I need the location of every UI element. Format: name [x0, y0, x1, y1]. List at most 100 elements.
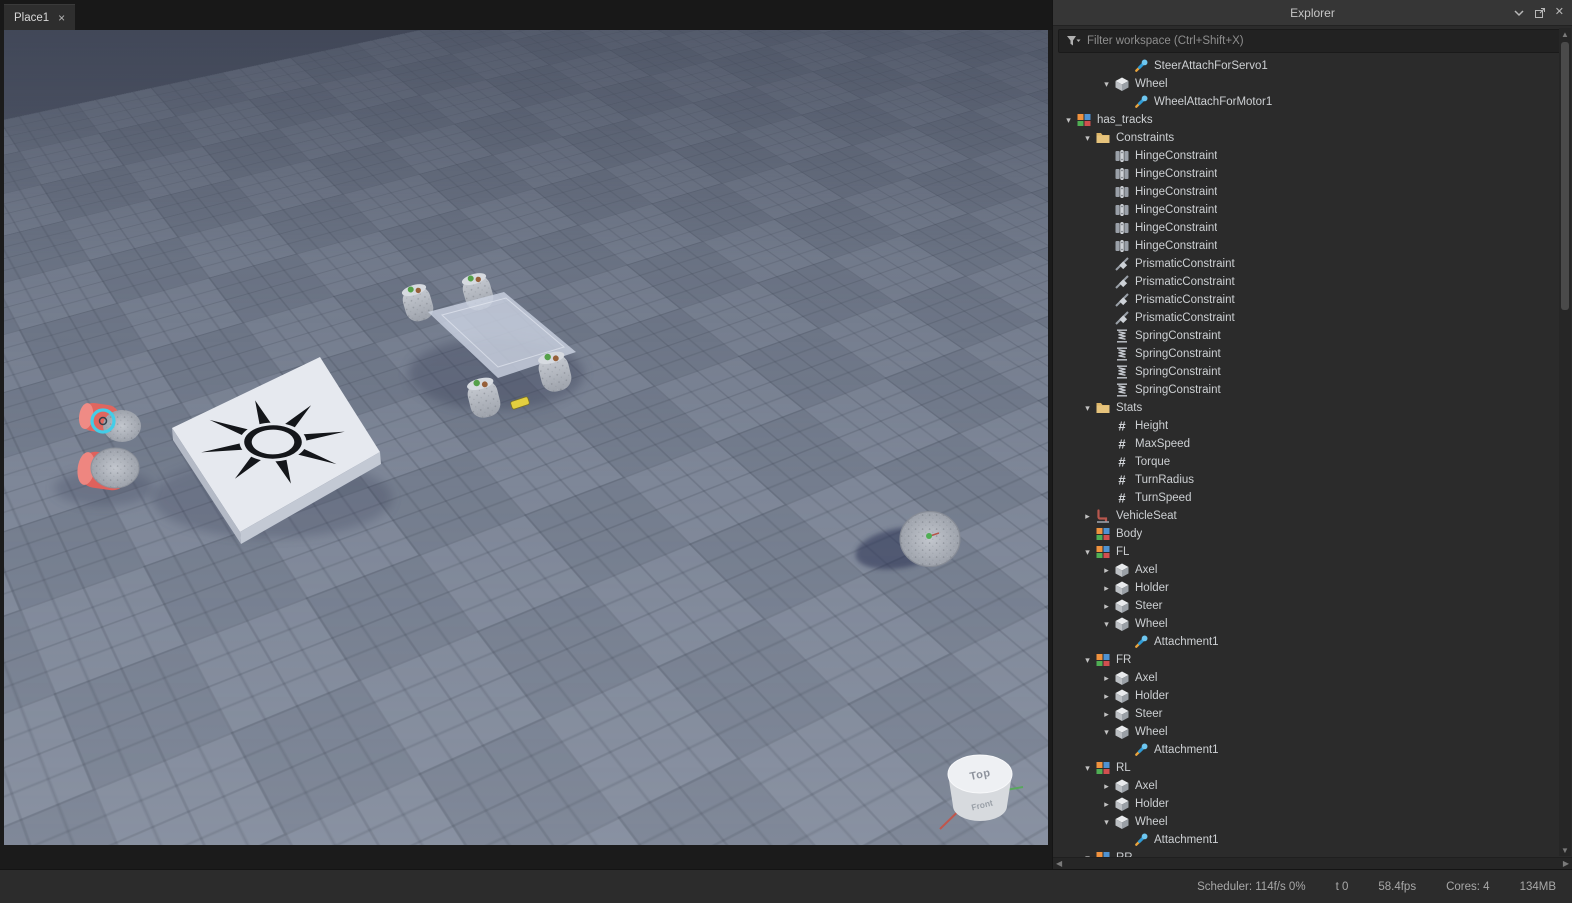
tree-item-has_tracks[interactable]: ▾ has_tracks — [1053, 111, 1558, 129]
tree-item-attachment1[interactable]: Attachment1 — [1053, 831, 1558, 849]
spring-constraint-icon — [1114, 328, 1130, 344]
tree-item-attachment1[interactable]: Attachment1 — [1053, 741, 1558, 759]
tree-item-prismaticconstraint[interactable]: PrismaticConstraint — [1053, 291, 1558, 309]
tree-item-axel[interactable]: ▸ Axel — [1053, 561, 1558, 579]
tree-item-height[interactable]: # Height — [1053, 417, 1558, 435]
tree-item-hingeconstraint[interactable]: HingeConstraint — [1053, 165, 1558, 183]
tree-item-holder[interactable]: ▸ Holder — [1053, 579, 1558, 597]
expand-down-arrow[interactable]: ▾ — [1080, 547, 1095, 558]
red-cylinder-parts[interactable] — [54, 401, 154, 506]
tree-item-vehicleseat[interactable]: ▸ VehicleSeat — [1053, 507, 1558, 525]
tree-item-rl[interactable]: ▾ RL — [1053, 759, 1558, 777]
filter-row — [1058, 29, 1567, 53]
scroll-left-arrow[interactable]: ◀ — [1056, 859, 1062, 868]
expand-down-arrow[interactable]: ▾ — [1099, 817, 1114, 828]
explorer-horizontal-scrollbar[interactable]: ◀ ▶ — [1053, 857, 1572, 869]
popout-icon[interactable] — [1534, 7, 1546, 19]
explorer-vertical-scrollbar[interactable]: ▲ ▼ — [1559, 28, 1571, 856]
expand-right-arrow[interactable]: ▸ — [1099, 799, 1114, 810]
tree-item-fr[interactable]: ▾ FR — [1053, 651, 1558, 669]
workspace-filter-input[interactable] — [1087, 35, 1559, 47]
tree-item-label: Attachment1 — [1154, 636, 1219, 648]
expand-right-arrow[interactable]: ▸ — [1099, 601, 1114, 612]
vehicle-model[interactable] — [399, 270, 584, 421]
hinge-constraint-icon — [1114, 166, 1130, 182]
tree-item-prismaticconstraint[interactable]: PrismaticConstraint — [1053, 273, 1558, 291]
tab-close-icon[interactable]: × — [58, 12, 65, 24]
tree-item-prismaticconstraint[interactable]: PrismaticConstraint — [1053, 309, 1558, 327]
tree-item-springconstraint[interactable]: SpringConstraint — [1053, 327, 1558, 345]
tree-item-turnspeed[interactable]: # TurnSpeed — [1053, 489, 1558, 507]
tree-item-wheel[interactable]: ▾ Wheel — [1053, 813, 1558, 831]
scroll-down-arrow[interactable]: ▼ — [1559, 844, 1571, 856]
status-t: t 0 — [1335, 880, 1349, 893]
part-cube-icon — [1114, 814, 1130, 830]
expand-down-arrow[interactable]: ▾ — [1099, 727, 1114, 738]
expand-right-arrow[interactable]: ▸ — [1099, 673, 1114, 684]
tree-item-holder[interactable]: ▸ Holder — [1053, 795, 1558, 813]
tree-item-wheel[interactable]: ▾ Wheel — [1053, 615, 1558, 633]
tree-item-body[interactable]: Body — [1053, 525, 1558, 543]
tree-item-rr[interactable]: ▾RR — [1053, 849, 1558, 857]
close-icon[interactable]: ✕ — [1555, 7, 1564, 18]
tree-item-fl[interactable]: ▾ FL — [1053, 543, 1558, 561]
baseplate-star-part[interactable] — [152, 357, 392, 544]
expand-down-arrow[interactable]: ▾ — [1080, 133, 1095, 144]
tree-item-torque[interactable]: # Torque — [1053, 453, 1558, 471]
tree-item-maxspeed[interactable]: # MaxSpeed — [1053, 435, 1558, 453]
tree-item-label: HingeConstraint — [1135, 222, 1218, 234]
expand-down-arrow[interactable]: ▾ — [1061, 115, 1076, 126]
tree-item-steerattachforservo1[interactable]: SteerAttachForServo1 — [1053, 57, 1558, 75]
tree-item-steer[interactable]: ▸ Steer — [1053, 597, 1558, 615]
tree-item-hingeconstraint[interactable]: HingeConstraint — [1053, 219, 1558, 237]
scroll-up-arrow[interactable]: ▲ — [1559, 28, 1571, 40]
expand-down-arrow[interactable]: ▾ — [1080, 655, 1095, 666]
tree-item-axel[interactable]: ▸ Axel — [1053, 669, 1558, 687]
tree-item-attachment1[interactable]: Attachment1 — [1053, 633, 1558, 651]
tree-item-springconstraint[interactable]: SpringConstraint — [1053, 363, 1558, 381]
view-cube-gizmo[interactable]: Top Front — [939, 754, 1024, 830]
loose-wheel-part[interactable] — [852, 510, 961, 576]
expand-right-arrow[interactable]: ▸ — [1080, 511, 1095, 522]
hinge-constraint-icon — [1114, 220, 1130, 236]
tree-item-hingeconstraint[interactable]: HingeConstraint — [1053, 147, 1558, 165]
tree-item-prismaticconstraint[interactable]: PrismaticConstraint — [1053, 255, 1558, 273]
expand-right-arrow[interactable]: ▸ — [1099, 583, 1114, 594]
tree-item-hingeconstraint[interactable]: HingeConstraint — [1053, 201, 1558, 219]
tree-item-constraints[interactable]: ▾ Constraints — [1053, 129, 1558, 147]
place-tab[interactable]: Place1 × — [4, 4, 76, 30]
svg-text:#: # — [1118, 455, 1126, 470]
tree-item-springconstraint[interactable]: SpringConstraint — [1053, 381, 1558, 399]
prismatic-constraint-icon — [1114, 256, 1130, 272]
tree-item-label: HingeConstraint — [1135, 168, 1218, 180]
hinge-constraint-icon — [1114, 148, 1130, 164]
tree-item-stats[interactable]: ▾ Stats — [1053, 399, 1558, 417]
svg-text:#: # — [1118, 437, 1126, 452]
tree-item-wheelattachformotor1[interactable]: WheelAttachForMotor1 — [1053, 93, 1558, 111]
spring-constraint-icon — [1114, 364, 1130, 380]
scroll-right-arrow[interactable]: ▶ — [1563, 859, 1569, 868]
expand-right-arrow[interactable]: ▸ — [1099, 565, 1114, 576]
viewport-canvas[interactable]: Top Front — [4, 30, 1048, 845]
expand-right-arrow[interactable]: ▸ — [1099, 709, 1114, 720]
tree-item-hingeconstraint[interactable]: HingeConstraint — [1053, 183, 1558, 201]
tree-item-axel[interactable]: ▸ Axel — [1053, 777, 1558, 795]
filter-funnel-icon[interactable] — [1066, 35, 1081, 47]
vertical-scroll-thumb[interactable] — [1561, 42, 1569, 310]
tree-item-turnradius[interactable]: # TurnRadius — [1053, 471, 1558, 489]
expand-right-arrow[interactable]: ▸ — [1099, 781, 1114, 792]
tree-item-wheel[interactable]: ▾ Wheel — [1053, 723, 1558, 741]
folder-icon — [1095, 400, 1111, 416]
expand-right-arrow[interactable]: ▸ — [1099, 691, 1114, 702]
tree-item-wheel[interactable]: ▾ Wheel — [1053, 75, 1558, 93]
tree-item-holder[interactable]: ▸ Holder — [1053, 687, 1558, 705]
tree-item-hingeconstraint[interactable]: HingeConstraint — [1053, 237, 1558, 255]
expand-down-arrow[interactable]: ▾ — [1099, 79, 1114, 90]
expand-down-arrow[interactable]: ▾ — [1099, 619, 1114, 630]
tree-item-springconstraint[interactable]: SpringConstraint — [1053, 345, 1558, 363]
chevron-down-icon[interactable] — [1513, 7, 1525, 19]
expand-down-arrow[interactable]: ▾ — [1080, 763, 1095, 774]
expand-down-arrow[interactable]: ▾ — [1080, 403, 1095, 414]
explorer-tree: SteerAttachForServo1 ▾ Wheel WheelAttachFor… — [1053, 55, 1558, 857]
tree-item-steer[interactable]: ▸ Steer — [1053, 705, 1558, 723]
